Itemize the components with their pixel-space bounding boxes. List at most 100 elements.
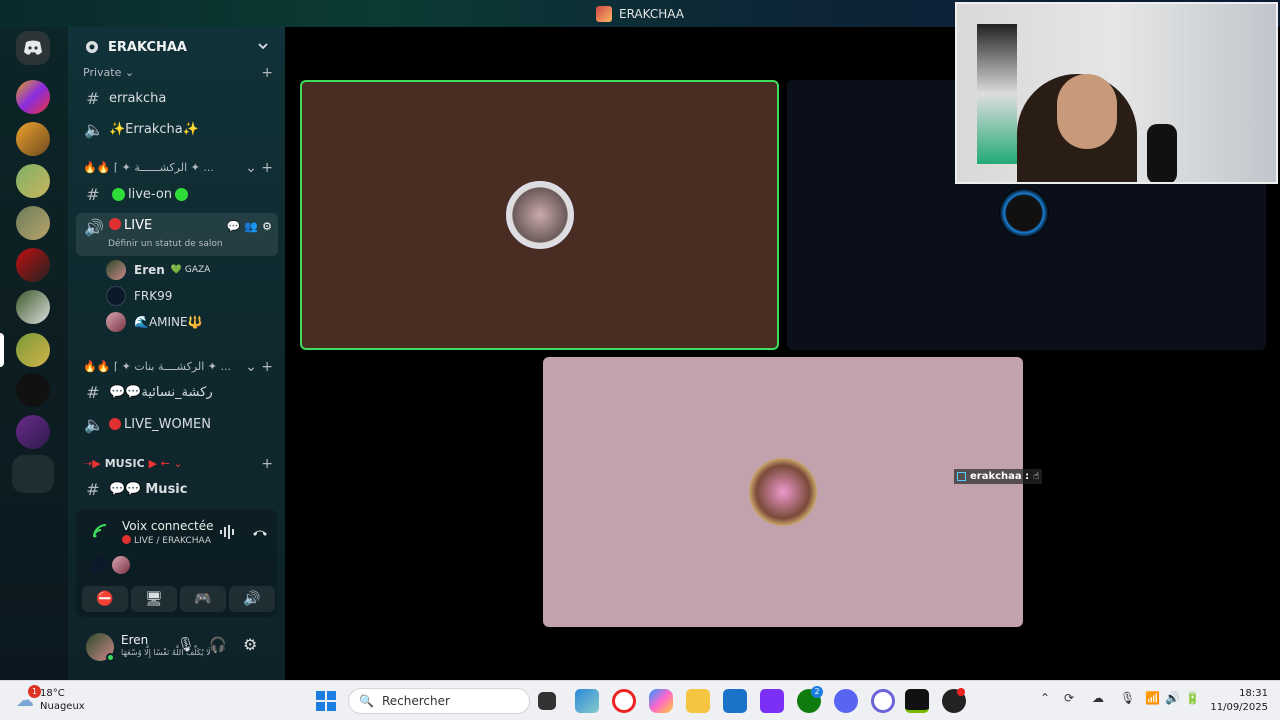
nvidia-icon[interactable] — [905, 689, 929, 713]
speaker-icon: 🔈 — [84, 119, 104, 139]
speaker-icon: 🔈 — [84, 414, 104, 434]
screen-share-button[interactable]: 🖥 — [131, 586, 177, 612]
battery-icon[interactable]: 🔋 — [1185, 691, 1200, 705]
channel-errakcha-voice[interactable]: 🔈 ✨Errakcha✨ — [76, 115, 278, 143]
add-channel-icon[interactable]: ⌄ + — [245, 160, 273, 176]
webcam-microphone — [1147, 124, 1177, 182]
participant-avatar — [749, 458, 817, 526]
chat-icon[interactable]: 💬 — [227, 220, 241, 233]
category-music[interactable]: ➝▶ MUSIC ▶ ← ⌄ + — [83, 456, 273, 472]
server-icon-5[interactable] — [16, 248, 50, 282]
copilot-icon[interactable] — [649, 689, 673, 713]
participant-avatar — [999, 188, 1049, 238]
server-icon-3[interactable] — [16, 164, 50, 198]
channel-live-women[interactable]: 🔈 LIVE_WOMEN — [76, 410, 278, 438]
invite-icon[interactable]: 👥 — [244, 220, 258, 233]
photos-app-icon[interactable] — [575, 689, 599, 713]
webcam-face — [1057, 74, 1117, 149]
text-channel-icon: # — [86, 479, 100, 499]
channel-women-text[interactable]: # 💬💬ركشة_نسائية — [76, 378, 278, 406]
channel-label: ✨Errakcha✨ — [109, 121, 199, 137]
voice-connection-panel: Voix connectée LIVE / ERAKCHAA ⛔ 🖥 🎮 🔊 — [76, 509, 277, 617]
category-errakcha[interactable]: 🔥🔥 ⌈ ✦ الركشــــــة ✦ ... ⌄ + — [83, 160, 273, 176]
gear-icon[interactable]: ⚙ — [262, 220, 272, 233]
task-view-icon[interactable] — [538, 692, 556, 710]
voice-member[interactable]: 🌊AMINE🔱 — [106, 311, 203, 333]
server-icon — [595, 5, 612, 22]
green-circle-icon — [175, 187, 189, 201]
add-channel-icon[interactable]: + — [261, 456, 273, 472]
wifi-icon[interactable]: 📶 — [1145, 691, 1160, 705]
participant-tile[interactable] — [543, 357, 1023, 627]
channel-music[interactable]: # 💬💬 Music — [76, 475, 278, 503]
channel-live-on[interactable]: # live-on — [76, 180, 278, 208]
server-icon-6[interactable] — [16, 290, 50, 324]
webcam-flag — [977, 24, 1017, 164]
member-name: 🌊AMINE🔱 — [134, 315, 203, 329]
server-icon-8[interactable] — [16, 373, 50, 407]
category-label: MUSIC — [104, 457, 145, 470]
server-header[interactable]: ERAKCHAA — [68, 27, 285, 67]
search-icon: 🔍 — [359, 694, 374, 708]
member-tag: 💚 GAZA — [170, 265, 211, 275]
avatar — [112, 556, 130, 574]
discord-taskbar-icon[interactable] — [834, 689, 858, 713]
windows-start-icon[interactable] — [316, 691, 336, 711]
online-status-dot — [106, 653, 115, 662]
soundboard-button[interactable]: 🔊 — [229, 586, 275, 612]
add-channel-icon[interactable]: + — [261, 65, 273, 81]
taskbar-search[interactable]: 🔍 Rechercher — [348, 688, 530, 714]
channel-live[interactable]: 🔊 LIVE Définir un statut de salon 💬 👥 ⚙ — [76, 213, 278, 256]
onedrive-icon[interactable]: ☁ — [1092, 691, 1104, 705]
opera-icon[interactable] — [612, 689, 636, 713]
category-label: 🔥🔥 ⌈ ✦ الركشــــــة ✦ ... — [83, 161, 214, 174]
voice-member[interactable]: FRK99 — [106, 285, 172, 307]
participant-avatar — [505, 181, 574, 249]
server-icon-1[interactable] — [16, 80, 50, 114]
chevron-up-icon[interactable]: ⌃ — [1040, 691, 1050, 705]
notification-badge: 1 — [28, 685, 41, 698]
weather-widget[interactable]: ☁ 1 18°C Nuageux — [16, 685, 85, 713]
participant-tile-speaking[interactable] — [300, 80, 779, 350]
clock[interactable]: 18:31 11/09/2025 — [1210, 687, 1268, 715]
app-icon[interactable] — [760, 689, 784, 713]
hand-icon: ☝ — [1033, 471, 1040, 482]
voice-channel-link[interactable]: LIVE / ERAKCHAA — [122, 535, 211, 546]
server-icon-7[interactable] — [16, 333, 50, 367]
server-icon-9[interactable] — [16, 415, 50, 449]
volume-icon[interactable]: 🔊 — [1165, 691, 1180, 705]
add-channel-icon[interactable]: ⌄ + — [245, 359, 273, 375]
channel-status-prompt[interactable]: Définir un statut de salon — [108, 239, 223, 249]
sync-icon[interactable]: ⟳ — [1064, 691, 1074, 705]
server-folder[interactable] — [12, 455, 54, 493]
windows-taskbar: ☁ 1 18°C Nuageux 🔍 Rechercher 2 ⌃ ⟳ ☁ 🎙 … — [0, 680, 1280, 720]
headphones-icon[interactable]: 🎧 — [209, 637, 226, 653]
red-circle-icon — [109, 418, 121, 430]
server-icon-4[interactable] — [16, 206, 50, 240]
camera-off-button[interactable]: ⛔ — [82, 586, 128, 612]
noise-suppression-icon[interactable] — [219, 524, 237, 540]
store-icon[interactable] — [723, 689, 747, 713]
file-explorer-icon[interactable] — [686, 689, 710, 713]
server-icon-2[interactable] — [16, 122, 50, 156]
microphone-tray-icon[interactable]: 🎙 — [1120, 691, 1135, 705]
voice-member[interactable]: Eren 💚 GAZA — [106, 259, 210, 281]
member-name: FRK99 — [134, 289, 173, 303]
channel-errakcha[interactable]: # errakcha — [76, 84, 278, 112]
text-channel-icon: # — [86, 382, 100, 402]
recording-dot — [957, 688, 965, 696]
text-channel-icon: # — [86, 184, 100, 204]
category-private[interactable]: Private ⌄ + — [83, 65, 273, 81]
voice-status: Voix connectée — [122, 519, 214, 533]
server-settings-icon — [86, 41, 98, 53]
disconnect-icon[interactable] — [251, 525, 269, 539]
avatar — [90, 556, 108, 574]
gear-icon[interactable]: ⚙ — [243, 635, 257, 654]
discord-home-button[interactable] — [16, 31, 50, 65]
flag-icon: ➝▶ — [83, 457, 101, 470]
opera-gx-icon[interactable] — [871, 689, 895, 713]
microphone-icon[interactable]: 🎙 — [177, 637, 195, 653]
category-errakcha-girls[interactable]: 🔥🔥 ⌈ ✦ الركشــــة بنات ✦ ... ⌄ + — [83, 359, 273, 375]
red-circle-icon — [122, 535, 131, 544]
activities-button[interactable]: 🎮 — [180, 586, 226, 612]
